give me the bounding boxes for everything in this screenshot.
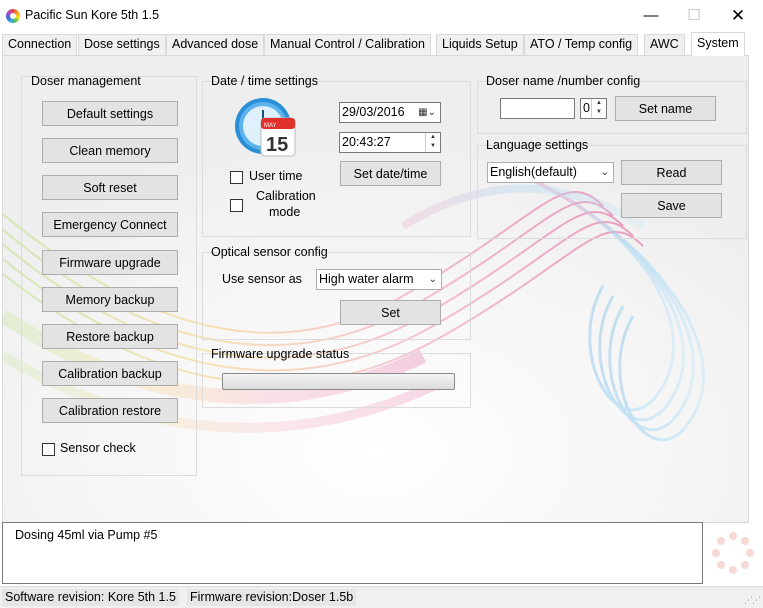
time-picker[interactable]: 20:43:27 ▲ ▼ <box>339 132 441 153</box>
default-settings-button[interactable]: Default settings <box>42 101 178 126</box>
calibration-mode-label-1: Calibration <box>256 189 316 203</box>
calibration-backup-button[interactable]: Calibration backup <box>42 361 178 386</box>
calendar-day: 15 <box>266 134 288 156</box>
language-select[interactable]: English(default) ⌄ <box>487 162 614 183</box>
doser-number-stepper[interactable]: 0 ▲ ▼ <box>580 98 607 119</box>
soft-reset-button[interactable]: Soft reset <box>42 175 178 200</box>
user-time-label: User time <box>249 169 303 183</box>
calendar-month: MAY <box>264 123 277 129</box>
date-value: 29/03/2016 <box>342 105 405 119</box>
time-spinner[interactable]: ▲ ▼ <box>425 133 440 152</box>
doser-management-title: Doser management <box>31 74 141 88</box>
set-name-button[interactable]: Set name <box>615 96 716 121</box>
optical-sensor-group <box>202 252 471 340</box>
firmware-revision: Firmware revision:Doser 1.5b <box>187 589 357 606</box>
set-sensor-button[interactable]: Set <box>340 300 441 325</box>
calibration-restore-button[interactable]: Calibration restore <box>42 398 178 423</box>
status-bar: Software revision: Kore 5th 1.5 Firmware… <box>0 586 763 608</box>
restore-backup-button[interactable]: Restore backup <box>42 324 178 349</box>
sensor-check-label: Sensor check <box>60 441 136 455</box>
system-tab-panel: Doser management Default settings Clean … <box>2 55 749 523</box>
spin-up-icon[interactable]: ▲ <box>426 133 440 142</box>
firmware-upgrade-button[interactable]: Firmware upgrade <box>42 250 178 275</box>
window-title: Pacific Sun Kore 5th 1.5 <box>25 8 160 22</box>
doser-number-value: 0 <box>583 101 590 115</box>
title-bar: Pacific Sun Kore 5th 1.5 — ☐ ✕ <box>0 0 763 32</box>
tab-awc[interactable]: AWC <box>644 34 685 55</box>
set-date-time-button[interactable]: Set date/time <box>340 161 441 186</box>
optical-sensor-title: Optical sensor config <box>211 245 328 259</box>
date-picker[interactable]: 29/03/2016 ▦⌄ <box>339 102 441 123</box>
tab-bar: Connection Dose settings Advanced dose M… <box>0 32 763 56</box>
time-value: 20:43:27 <box>342 135 391 149</box>
busy-spinner-icon <box>712 532 754 574</box>
emergency-connect-button[interactable]: Emergency Connect <box>42 212 178 237</box>
close-button[interactable]: ✕ <box>722 4 754 28</box>
doser-name-input[interactable] <box>500 98 575 119</box>
datetime-title: Date / time settings <box>211 74 318 88</box>
sensor-check-checkbox[interactable] <box>42 443 55 456</box>
user-time-checkbox[interactable] <box>230 171 243 184</box>
memory-backup-button[interactable]: Memory backup <box>42 287 178 312</box>
resize-grip-icon[interactable]: ⋰⋰ <box>744 595 761 606</box>
calibration-mode-label-2: mode <box>269 205 301 219</box>
chevron-down-icon: ⌄ <box>600 167 609 178</box>
sensor-mode-value: High water alarm <box>319 272 414 286</box>
tab-ato-temp-config[interactable]: ATO / Temp config <box>524 34 639 55</box>
calibration-mode-checkbox[interactable] <box>230 199 243 212</box>
use-sensor-label: Use sensor as <box>222 272 302 286</box>
firmware-progress-bar <box>222 373 455 390</box>
log-output[interactable]: Dosing 45ml via Pump #5 <box>2 522 703 584</box>
tab-dose-settings[interactable]: Dose settings <box>78 34 166 55</box>
software-revision: Software revision: Kore 5th 1.5 <box>2 589 179 606</box>
spin-down-icon[interactable]: ▼ <box>426 142 440 151</box>
language-value: English(default) <box>490 165 577 179</box>
clean-memory-button[interactable]: Clean memory <box>42 138 178 163</box>
tab-advanced-dose[interactable]: Advanced dose <box>166 34 265 55</box>
maximize-button[interactable]: ☐ <box>678 4 710 28</box>
spin-up-icon[interactable]: ▲ <box>592 99 606 108</box>
tab-connection[interactable]: Connection <box>2 34 78 55</box>
chevron-down-icon: ⌄ <box>428 274 437 285</box>
calendar-dropdown-icon[interactable]: ▦⌄ <box>418 103 436 122</box>
tab-liquids-setup[interactable]: Liquids Setup <box>436 34 524 55</box>
spin-down-icon[interactable]: ▼ <box>592 108 606 117</box>
minimize-button[interactable]: — <box>635 4 667 28</box>
tab-manual-control-calibration[interactable]: Manual Control / Calibration <box>264 34 431 55</box>
number-spinner[interactable]: ▲ ▼ <box>591 99 606 118</box>
tab-system[interactable]: System <box>691 32 745 56</box>
app-logo-icon <box>6 9 20 23</box>
save-language-button[interactable]: Save <box>621 193 722 218</box>
sensor-mode-select[interactable]: High water alarm ⌄ <box>316 269 442 290</box>
firmware-status-title: Firmware upgrade status <box>211 347 350 361</box>
read-language-button[interactable]: Read <box>621 160 722 185</box>
clock-calendar-icon: MAY 15 <box>233 96 299 158</box>
log-message: Dosing 45ml via Pump #5 <box>15 528 158 542</box>
language-title: Language settings <box>486 138 589 152</box>
doser-name-title: Doser name /number config <box>486 74 641 88</box>
